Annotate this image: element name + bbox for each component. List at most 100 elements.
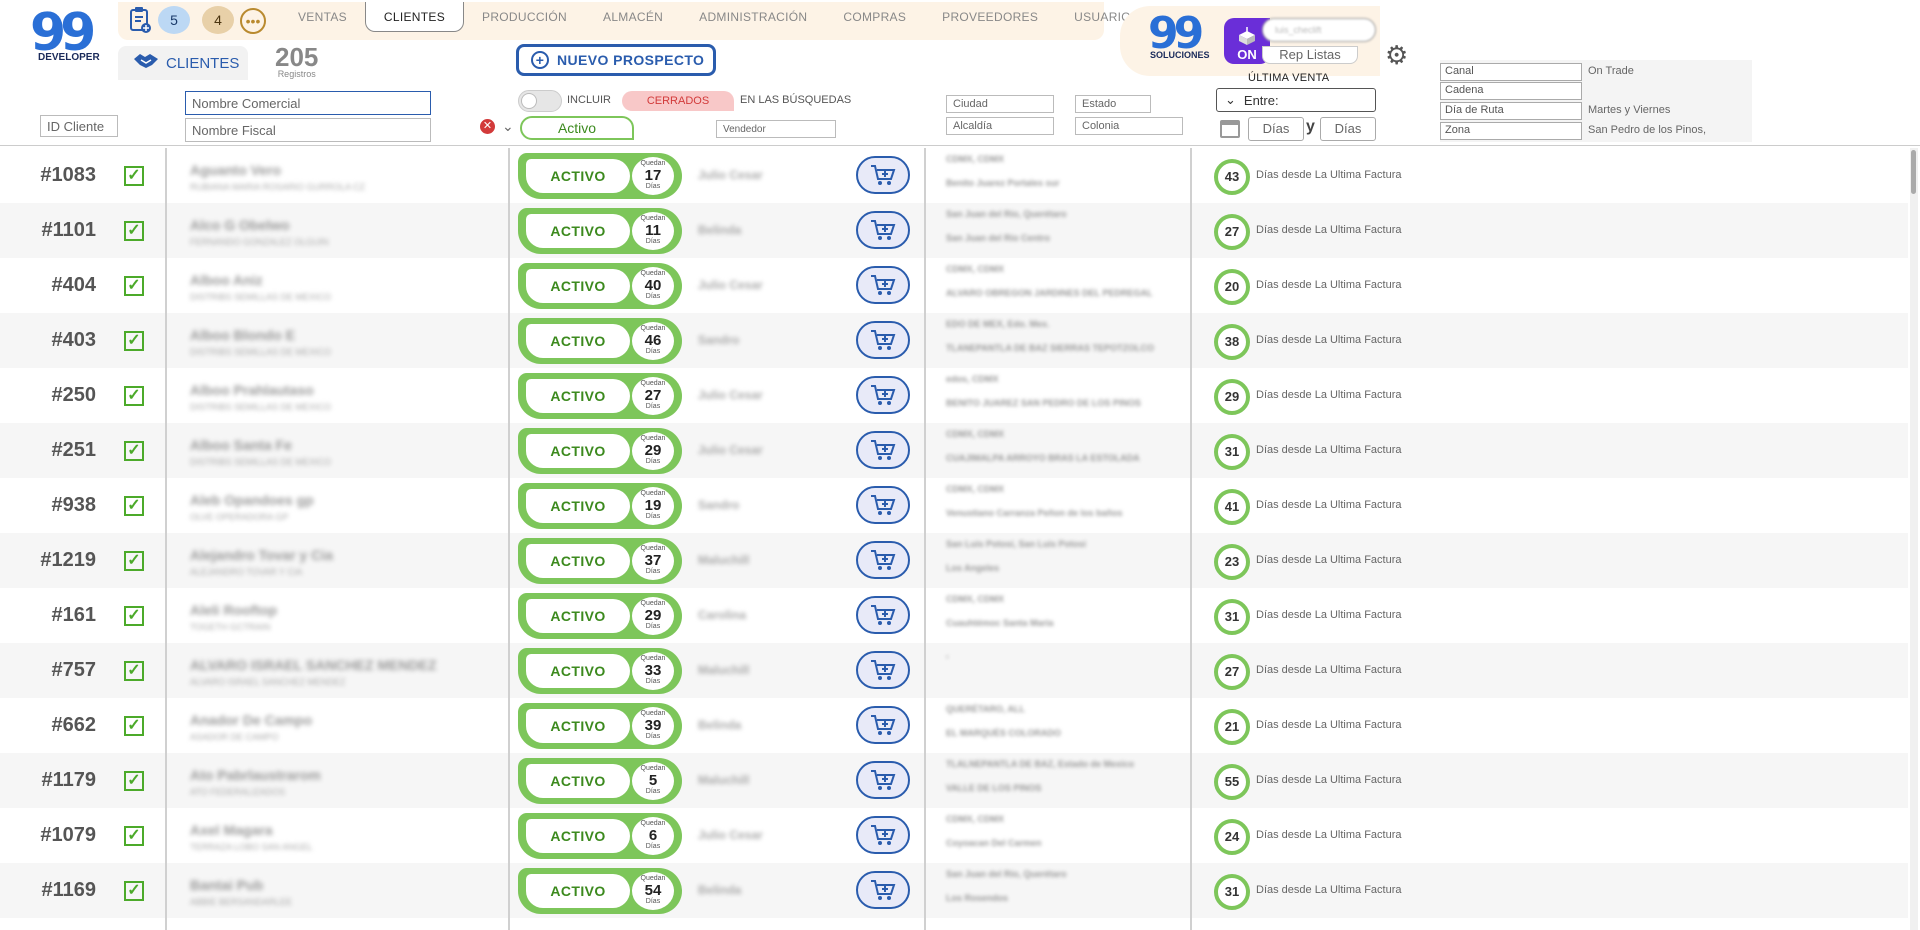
client-id[interactable]: #757 [52, 659, 97, 682]
cart-icon[interactable] [856, 376, 910, 414]
status-pill[interactable]: ACTIVO Quedan 29 Días [518, 593, 682, 639]
table-row[interactable]: #161 ✓ Aleli Rooftop TOGETH GCTRAIN ACTIVO Qu… [0, 588, 1908, 643]
nombre-comercial-input[interactable] [185, 91, 431, 115]
commercial-name[interactable]: Alboo Prahlautaso [190, 382, 314, 398]
include-closed-toggle[interactable] [518, 90, 562, 112]
row-checkbox[interactable]: ✓ [124, 496, 144, 516]
cart-icon[interactable] [856, 651, 910, 689]
status-pill[interactable]: ACTIVO Quedan 46 Días [518, 318, 682, 364]
status-pill[interactable]: ACTIVO Quedan 17 Días [518, 153, 682, 199]
rep-listas-button[interactable]: Rep Listas [1262, 46, 1358, 64]
row-checkbox[interactable]: ✓ [124, 166, 144, 186]
tab-administracion[interactable]: ADMINISTRACIÓN [681, 2, 825, 32]
dia-ruta-field[interactable]: Día de Ruta [1440, 102, 1582, 120]
commercial-name[interactable]: ALVARO ISRAEL SANCHEZ MENDEZ [190, 657, 437, 673]
cart-icon[interactable] [856, 541, 910, 579]
client-id[interactable]: #1079 [40, 824, 96, 847]
estado-input[interactable] [1075, 95, 1151, 113]
row-checkbox[interactable]: ✓ [124, 771, 144, 791]
days-from-input[interactable]: Días [1248, 117, 1304, 141]
calendar-icon[interactable] [1220, 120, 1240, 138]
clipboard-add-icon[interactable] [128, 6, 152, 34]
status-pill[interactable]: ACTIVO Quedan 40 Días [518, 263, 682, 309]
status-select[interactable]: Activo [520, 116, 634, 140]
notification-badge-blue[interactable]: 5 [158, 6, 190, 34]
table-row[interactable]: #1169 ✓ Bantai Pub ABBIE BERSANDARLEE ACTIVO… [0, 863, 1908, 918]
status-pill[interactable]: ACTIVO Quedan 5 Días [518, 758, 682, 804]
row-checkbox[interactable]: ✓ [124, 386, 144, 406]
gear-icon[interactable]: ⚙ [1385, 42, 1409, 68]
cart-icon[interactable] [856, 486, 910, 524]
table-row[interactable]: #662 ✓ Anador De Campo ASADOR DE CAMPO ACTIV… [0, 698, 1908, 753]
table-row[interactable]: #1219 ✓ Alejandro Tovar y Cia ALEJANDRO TOV… [0, 533, 1908, 588]
row-checkbox[interactable]: ✓ [124, 221, 144, 241]
status-pill[interactable]: ACTIVO Quedan 37 Días [518, 538, 682, 584]
cart-icon[interactable] [856, 761, 910, 799]
cart-icon[interactable] [856, 211, 910, 249]
row-checkbox[interactable]: ✓ [124, 551, 144, 571]
table-row[interactable]: #757 ✓ ALVARO ISRAEL SANCHEZ MENDEZ ALVARO … [0, 643, 1908, 698]
scrollbar-thumb[interactable] [1911, 150, 1916, 194]
cart-icon[interactable] [856, 596, 910, 634]
status-pill[interactable]: ACTIVO Quedan 6 Días [518, 813, 682, 859]
cart-icon[interactable] [856, 431, 910, 469]
between-select[interactable]: ⌄ Entre: [1216, 88, 1376, 112]
new-prospect-button[interactable]: + NUEVO PROSPECTO [516, 44, 716, 76]
days-to-input[interactable]: Días [1320, 117, 1376, 141]
nombre-fiscal-input[interactable] [185, 118, 431, 142]
client-id[interactable]: #161 [52, 604, 97, 627]
table-row[interactable]: #251 ✓ Alboo Santa Fe DISTRIBS SEMILLAS DE … [0, 423, 1908, 478]
tab-produccion[interactable]: PRODUCCIÓN [464, 2, 585, 32]
ciudad-input[interactable] [946, 95, 1054, 113]
chevron-down-icon[interactable]: ⌄ [502, 118, 514, 135]
clients-section-tab[interactable]: CLIENTES [118, 46, 248, 80]
closed-badge[interactable]: CERRADOS [622, 91, 734, 111]
vendedor-input[interactable] [716, 120, 836, 138]
commercial-name[interactable]: Alboo Blondo E [190, 327, 295, 343]
table-row[interactable]: #250 ✓ Alboo Prahlautaso DISTRIBS SEMILLAS … [0, 368, 1908, 423]
row-checkbox[interactable]: ✓ [124, 661, 144, 681]
row-checkbox[interactable]: ✓ [124, 441, 144, 461]
clear-status-icon[interactable]: ✕ [480, 119, 495, 134]
cart-icon[interactable] [856, 706, 910, 744]
cadena-field[interactable]: Cadena [1440, 82, 1582, 100]
status-pill[interactable]: ACTIVO Quedan 29 Días [518, 428, 682, 474]
table-row[interactable]: #938 ✓ Aleb Opandoes gp OLVE OPERADORA GP AC… [0, 478, 1908, 533]
table-scrollbar[interactable] [1910, 148, 1918, 930]
tab-proveedores[interactable]: PROVEEDORES [924, 2, 1056, 32]
tab-compras[interactable]: COMPRAS [825, 2, 924, 32]
alcaldia-input[interactable] [946, 117, 1054, 135]
client-id[interactable]: #1101 [41, 219, 96, 242]
table-row[interactable]: #404 ✓ Alboo Aniz DISTRIBS SEMILLAS DE MEXI… [0, 258, 1908, 313]
cart-icon[interactable] [856, 266, 910, 304]
table-row[interactable]: #403 ✓ Alboo Blondo E DISTRIBS SEMILLAS DE … [0, 313, 1908, 368]
tab-almacen[interactable]: ALMACÉN [585, 2, 681, 32]
row-checkbox[interactable]: ✓ [124, 331, 144, 351]
client-id[interactable]: #662 [52, 714, 97, 737]
commercial-name[interactable]: Anador De Campo [190, 712, 312, 728]
commercial-name[interactable]: Bantai Pub [190, 877, 263, 893]
soluciones-logo[interactable]: 99 SOLUCIONES [1148, 12, 1214, 70]
commercial-name[interactable]: Alboo Santa Fe [190, 437, 292, 453]
notification-badge-tan[interactable]: 4 [202, 6, 234, 34]
row-checkbox[interactable]: ✓ [124, 826, 144, 846]
status-pill[interactable]: ACTIVO Quedan 33 Días [518, 648, 682, 694]
client-id[interactable]: #1179 [41, 769, 96, 792]
row-checkbox[interactable]: ✓ [124, 606, 144, 626]
row-checkbox[interactable]: ✓ [124, 881, 144, 901]
tab-clientes[interactable]: CLIENTES [364, 2, 465, 32]
commercial-name[interactable]: Axel Magara [190, 822, 272, 838]
row-checkbox[interactable]: ✓ [124, 716, 144, 736]
commercial-name[interactable]: Aleli Rooftop [190, 602, 277, 618]
client-id[interactable]: #403 [52, 329, 97, 352]
client-id[interactable]: #250 [52, 384, 97, 407]
cart-icon[interactable] [856, 816, 910, 854]
cart-icon[interactable] [856, 321, 910, 359]
commercial-name[interactable]: Alejandro Tovar y Cia [190, 547, 333, 563]
commercial-name[interactable]: Aleb Opandoes gp [190, 492, 314, 508]
id-cliente-input[interactable] [40, 115, 118, 137]
status-pill[interactable]: ACTIVO Quedan 27 Días [518, 373, 682, 419]
commercial-name[interactable]: Alco G Obelwo [190, 217, 290, 233]
row-checkbox[interactable]: ✓ [124, 276, 144, 296]
zona-field[interactable]: Zona [1440, 122, 1582, 140]
